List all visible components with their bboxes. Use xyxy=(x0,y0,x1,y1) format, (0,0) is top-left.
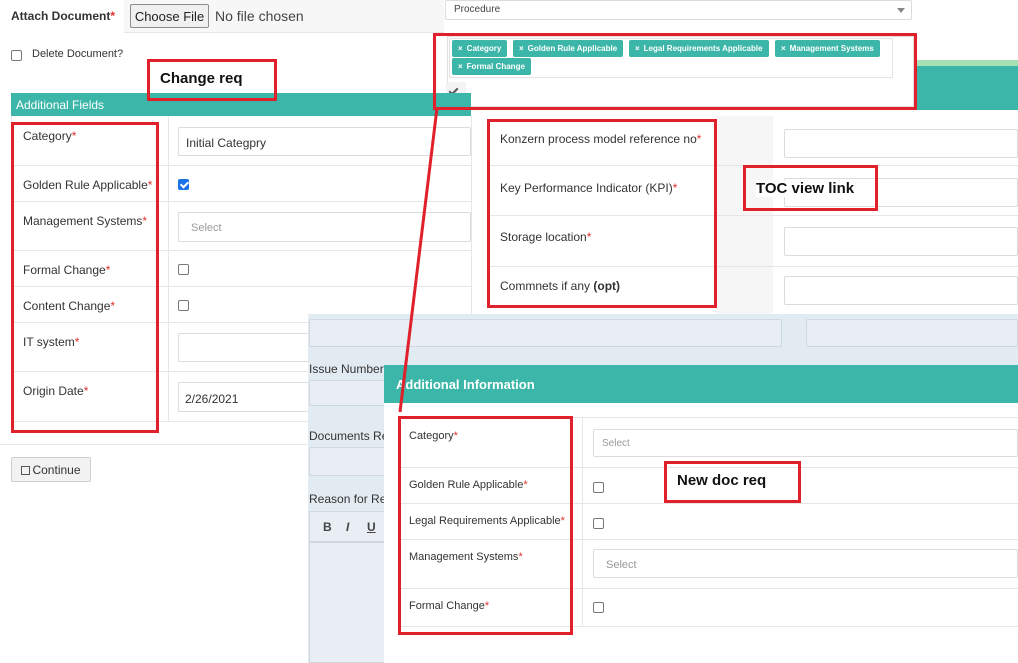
documents-re-label: Documents Re xyxy=(309,429,389,443)
storage-location-input[interactable] xyxy=(784,227,1018,256)
reason-for-re-label: Reason for Re xyxy=(309,492,387,506)
file-status-text: No file chosen xyxy=(215,8,304,24)
attach-document-text: Attach Document xyxy=(11,9,111,23)
management-systems-select[interactable]: Select xyxy=(178,212,471,242)
caret-down-icon xyxy=(897,8,905,13)
info-legal-requirements-checkbox[interactable] xyxy=(593,518,604,529)
choose-file-button[interactable]: Choose File xyxy=(130,4,209,28)
document-type-value: Procedure xyxy=(454,4,501,15)
attach-document-label: Attach Document* xyxy=(11,9,115,23)
italic-button[interactable]: I xyxy=(346,520,349,534)
annotation-new-doc-label: New doc req xyxy=(677,472,767,489)
additional-fields-title: Additional Fields xyxy=(16,98,105,112)
save-icon xyxy=(21,465,31,475)
issue-number-label: Issue Number xyxy=(309,362,384,376)
annotation-box-chips xyxy=(433,33,917,110)
annotation-box-right-fields xyxy=(487,119,717,308)
right-panel-header xyxy=(915,66,1018,110)
annotation-toc-label: TOC view link xyxy=(756,180,855,197)
info-management-systems-select[interactable]: Select xyxy=(593,549,1018,578)
back-form-input-top-right[interactable] xyxy=(806,319,1018,347)
right-panel-header-accent xyxy=(915,60,1018,66)
documents-re-input[interactable] xyxy=(309,447,389,476)
golden-rule-checkbox[interactable] xyxy=(178,179,189,190)
it-system-input[interactable] xyxy=(178,333,318,362)
underline-button[interactable]: U xyxy=(367,520,376,534)
continue-button[interactable]: Continue xyxy=(11,457,91,482)
delete-document-label: Delete Document? xyxy=(32,48,124,60)
additional-information-title: Additional Information xyxy=(396,377,535,392)
annotation-change-req-label: Change req xyxy=(160,70,243,87)
annotation-box-additional-fields xyxy=(11,122,159,433)
category-input[interactable]: Initial Categpry xyxy=(178,127,471,156)
right-panel-gray-column xyxy=(715,116,773,316)
info-category-select[interactable]: Select xyxy=(593,429,1018,457)
content-change-checkbox[interactable] xyxy=(178,300,189,311)
origin-date-input[interactable]: 2/26/2021 xyxy=(178,382,318,412)
info-formal-change-checkbox[interactable] xyxy=(593,602,604,613)
annotation-box-additional-information xyxy=(398,416,573,635)
required-mark: * xyxy=(110,9,116,23)
formal-change-checkbox[interactable] xyxy=(178,264,189,275)
editor-area[interactable] xyxy=(309,542,389,663)
comments-input[interactable] xyxy=(784,276,1018,305)
bold-button[interactable]: B xyxy=(323,520,332,534)
info-golden-rule-checkbox[interactable] xyxy=(593,482,604,493)
konzern-input[interactable] xyxy=(784,129,1018,158)
document-type-select[interactable]: Procedure xyxy=(445,0,912,20)
issue-number-input[interactable] xyxy=(309,380,389,406)
back-form-input-top-left[interactable] xyxy=(309,319,782,347)
delete-document-checkbox[interactable] xyxy=(11,50,22,61)
additional-information-header: Additional Information xyxy=(384,365,1018,403)
